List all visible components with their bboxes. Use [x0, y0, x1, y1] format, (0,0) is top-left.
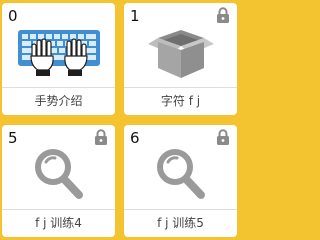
open-box-icon	[124, 21, 237, 83]
lesson-tile-6[interactable]: 6 f j 训练5	[124, 125, 237, 237]
lesson-tile-1[interactable]: 1 字符 f j	[124, 3, 237, 115]
lesson-label: f j 训练5	[157, 216, 204, 230]
tile-divider	[2, 209, 115, 210]
lesson-tile-0[interactable]: 0 手势介绍	[2, 3, 115, 115]
keyboard-hands-icon	[2, 21, 115, 83]
magnifier-icon	[2, 143, 115, 205]
lesson-label: 字符 f j	[160, 94, 201, 108]
lesson-tile-5[interactable]: 5 f j 训练4	[2, 125, 115, 237]
lesson-label: 手势介绍	[34, 94, 83, 108]
tile-divider	[2, 87, 115, 88]
lesson-label: f j 训练4	[35, 216, 82, 230]
magnifier-icon	[124, 143, 237, 205]
tile-divider	[124, 209, 237, 210]
tile-divider	[124, 87, 237, 88]
lesson-grid: 0 手势介绍 1 字符 f j 5 f j 训练4 6 f j 训练5	[0, 0, 240, 240]
